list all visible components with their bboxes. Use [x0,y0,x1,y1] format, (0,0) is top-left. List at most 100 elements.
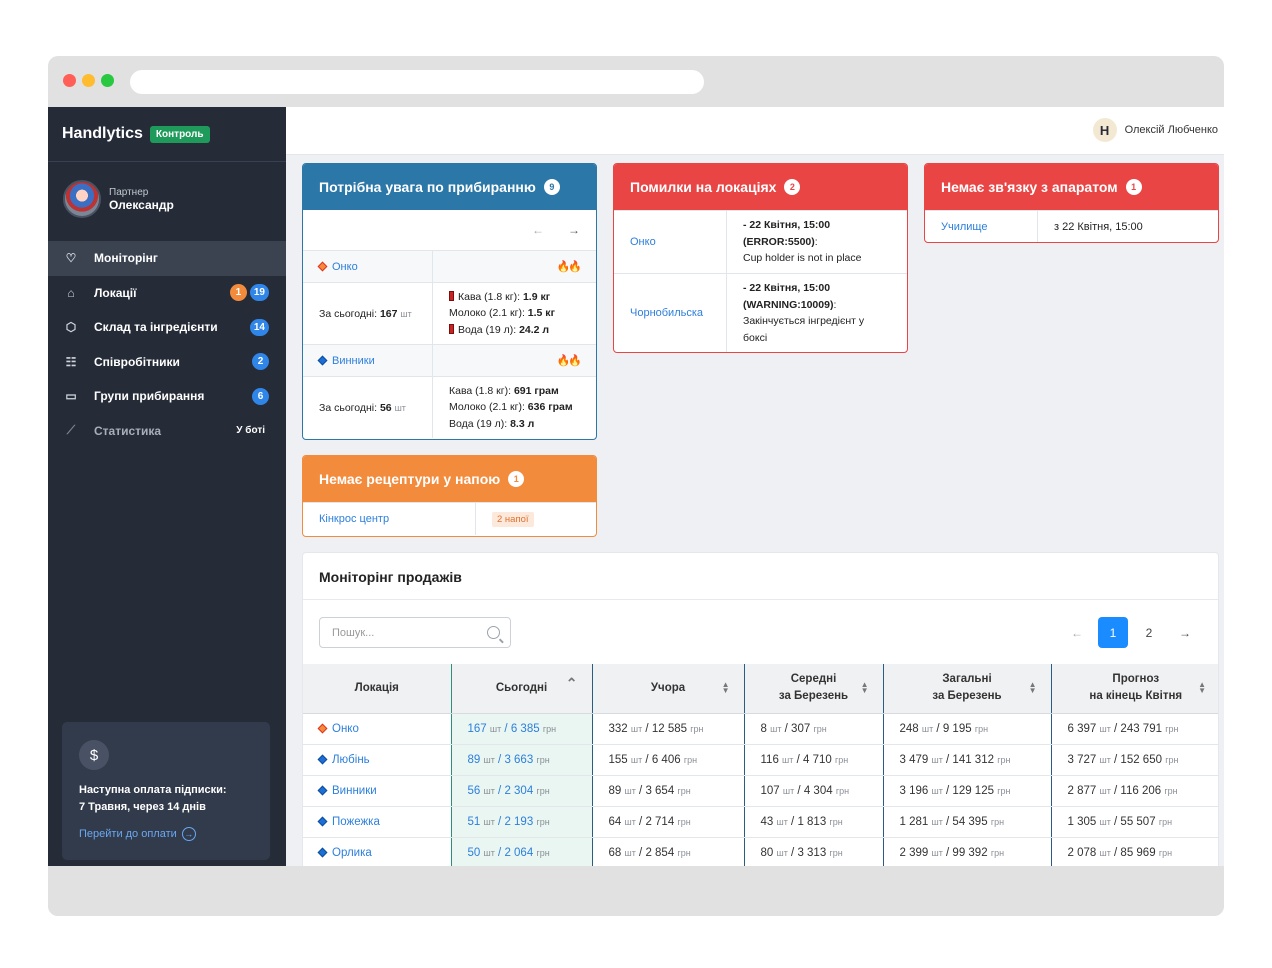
separator: / [933,722,943,735]
sidebar-item-badges: 6 [252,387,269,405]
uah-value: 129 125 [952,784,994,797]
pcs-unit: шт [931,848,943,859]
divider [48,161,286,162]
count-badge: 2 [252,353,269,371]
next-page-button[interactable]: → [1170,617,1200,648]
page-2-button[interactable]: 2 [1134,617,1164,648]
sidebar-item-3[interactable]: ⬡ Склад та інгредієнти 14 [48,310,286,345]
prev-arrow-icon[interactable]: ← [532,223,544,237]
pagination: ← 1 2 → [1062,617,1200,648]
avg-cell: 116 шт / 4 710 грн [743,744,883,776]
pcs-unit: шт [921,723,934,734]
pcs-unit: шт [624,848,636,859]
uah-value: 2 193 [504,816,534,829]
uah-unit: грн [677,817,691,828]
location-link[interactable]: Пожежка [332,816,380,828]
location-link[interactable]: Орлика [332,847,372,859]
sort-asc-icon[interactable]: ⌃ [566,676,578,690]
pcs-value: 89 [467,753,481,766]
pcs-unit: шт [483,785,495,796]
window-controls [63,74,114,87]
sidebar-user[interactable]: Партнер Олександр [63,180,174,218]
diamond-marker-icon [317,816,328,827]
today-value: 56 [379,401,392,414]
search-input[interactable]: Пошук... [319,617,511,648]
brand[interactable]: Handlytics Контроль [62,125,210,143]
pcs-unit: шт [782,754,794,765]
location-link[interactable]: Винники [332,785,377,797]
pcs-unit: шт [1099,754,1111,765]
sidebar-item-4[interactable]: ☷ Співробітники 2 [48,345,286,380]
pcs-value: 1 305 [1067,816,1097,829]
uah-unit: грн [536,848,550,859]
warning-icon [449,290,454,301]
today-cell: За сьогодні: 56 шт [303,377,433,438]
address-bar[interactable] [130,70,704,94]
column-header-4[interactable]: Середні за Березень ▲ ▼ [743,664,883,714]
column-header-1: Локація [303,664,451,714]
pcs-unit: шт [483,754,495,765]
yesterday-cell: 64 шт / 2 714 грн [591,806,744,839]
column-header-2[interactable]: Сьогодні ⌃ [450,664,592,714]
pcs-unit: шт [931,785,943,796]
count-badge: 1 [1125,179,1142,195]
sort-icon[interactable]: ▲ ▼ [861,681,869,695]
pcs-value: 68 [608,847,622,860]
next-arrow-icon[interactable]: → [568,223,580,237]
error-detail-cell: - 22 Квітня, 15:00 (ERROR:5500): Cup holde… [727,211,907,273]
column-header-3[interactable]: Учора ▲ ▼ [591,664,744,714]
table-body: Онко 167 шт / 6 385 грн 332 шт / 12 585 гр… [303,713,1218,866]
sidebar-item-2[interactable]: ⌂ Локації 1 19 [48,276,286,311]
sidebar-nav: ♡ Моніторінг ⌂ Локації 1 19 ⬡ Склад та інгредіє… [48,241,286,448]
user-role: Партнер [109,186,149,198]
pcs-unit: шт [624,785,636,796]
diamond-marker-icon [317,261,328,272]
location-link[interactable]: Винники [332,355,375,367]
location-stats-row: За сьогодні: 56 шт Кава (1.8 кг): 691 гра… [303,376,596,438]
sort-icon[interactable]: ▲ ▼ [1029,681,1037,695]
pcs-value: 56 [467,784,481,797]
count-badge: 1 [508,471,525,487]
location-link[interactable]: Чорнобильска [630,307,703,319]
minimize-window-button[interactable] [82,74,95,87]
location-link[interactable]: Любінь [332,754,370,766]
sidebar-item-6[interactable]: ⟋ Статистика У боті [48,414,286,449]
uah-unit: грн [1165,723,1179,734]
user-avatar: H [1092,118,1117,142]
column-header-5[interactable]: Загальні за Березень ▲ ▼ [882,664,1051,714]
location-link[interactable]: Училище [941,221,987,233]
uah-unit: грн [677,785,691,796]
sidebar-item-5[interactable]: ▭ Групи прибирання 6 [48,379,286,414]
total-cell: 3 479 шт / 141 312 грн [882,744,1051,776]
separator: / [1110,722,1121,735]
pcs-value: 167 [467,722,487,735]
location-link[interactable]: Онко [630,236,656,248]
sort-icon[interactable]: ▲ ▼ [722,681,730,695]
ingredients-cell: Кава (1.8 кг): 691 грам Молоко (2.1 кг): … [433,377,589,438]
card-header: Помилки на локаціях 2 [614,164,907,210]
ingredient-label: Молоко (2.1 кг): [449,401,525,414]
sort-icon[interactable]: ▲ ▼ [1198,681,1206,695]
avg-cell: 8 шт / 307 грн [743,713,883,745]
topbar-user[interactable]: H Олексій Любченко [1092,118,1218,142]
uah-value: 6 406 [651,753,681,766]
today-cell: 51 шт / 2 193 грн [450,806,592,839]
go-to-payment-link[interactable]: Перейти до оплати → [79,827,253,841]
maximize-window-button[interactable] [101,74,114,87]
location-link[interactable]: Онко [332,261,358,273]
close-window-button[interactable] [63,74,76,87]
sidebar-item-1[interactable]: ♡ Моніторінг [48,241,286,276]
prev-page-button[interactable]: ← [1062,617,1092,648]
card-header: Немає рецептури у напою 1 [303,456,596,502]
subscription-line2: 7 Травня, через 14 днів [79,801,206,813]
separator: / [787,816,798,829]
uah-unit: грн [677,848,691,859]
column-header-6[interactable]: Прогноз на кінець Квітня ▲ ▼ [1050,664,1218,714]
table-row: Любінь 89 шт / 3 663 грн 155 шт / 6 406 гр… [303,744,1218,776]
location-link[interactable]: Онко [332,723,359,735]
yesterday-cell: 68 шт / 2 854 грн [591,837,744,866]
forecast-cell: 1 305 шт / 55 507 грн [1050,806,1218,839]
total-cell: 3 196 шт / 129 125 грн [882,775,1051,808]
page-1-button[interactable]: 1 [1098,617,1128,648]
location-link[interactable]: Кінкрос центр [319,513,389,525]
